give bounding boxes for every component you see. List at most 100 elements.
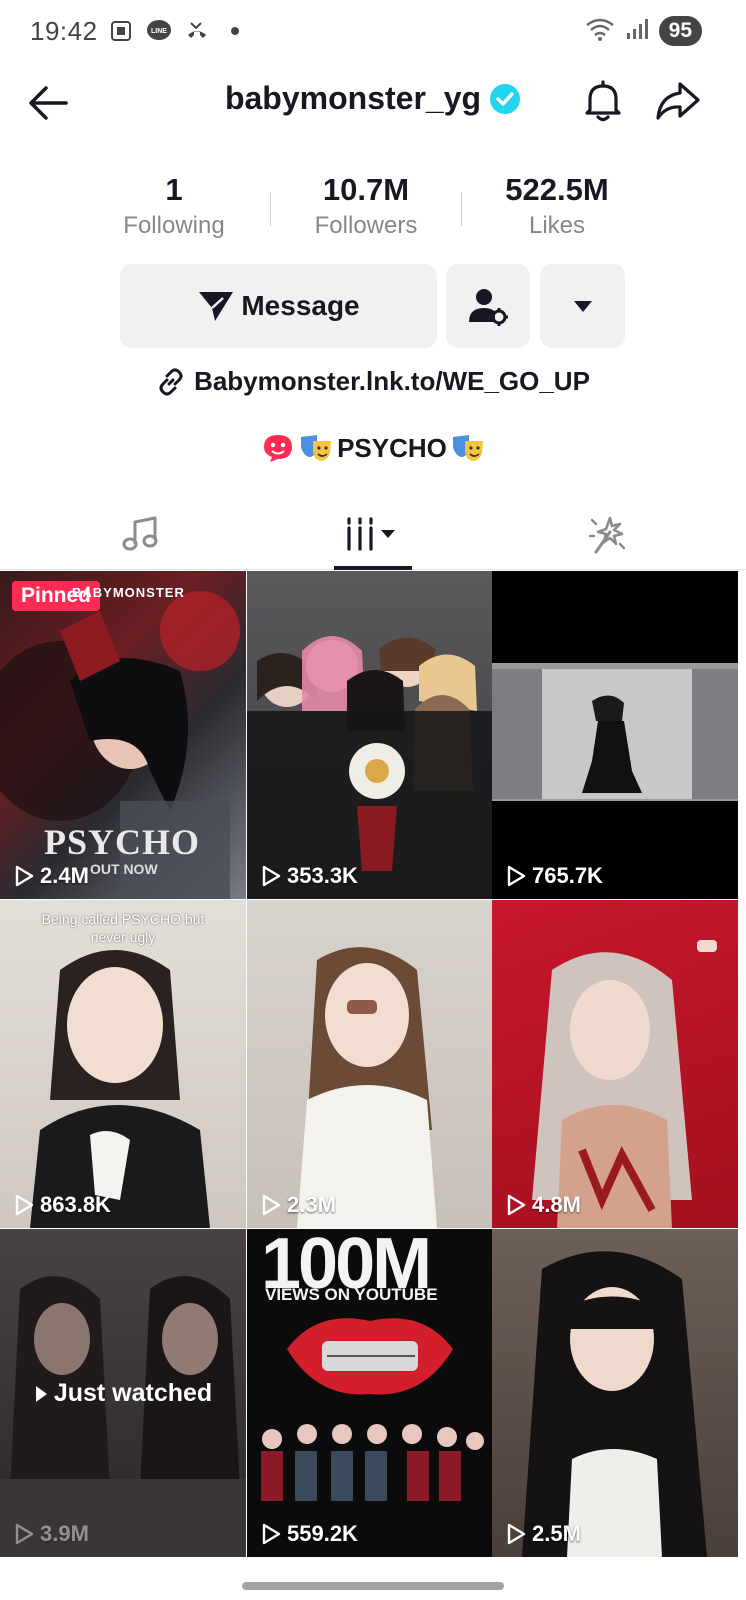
bio-link-text: Babymonster.lnk.to/WE_GO_UP [194,366,590,396]
view-count: 2.4M [14,863,89,889]
theater-masks-icon [301,435,332,461]
play-icon [15,1523,34,1545]
missed-call-icon [184,18,210,44]
active-tab-indicator [334,566,412,570]
view-count: 2.3M [261,1192,336,1218]
stat-likes: 522.5M Likes [467,172,647,240]
video-thumbnail-art [247,636,493,899]
wifi-icon [585,17,615,46]
profile-header: babymonster_yg [0,66,746,136]
tab-music[interactable] [16,498,264,570]
play-icon [262,865,281,887]
send-paper-plane-icon [199,292,234,321]
status-notification-icons: LINE [108,18,248,44]
video-thumbnail[interactable]: 100M VIEWS ON YOUTUBE 559.2K [247,1229,493,1557]
status-bar: 19:42 LINE 95 [0,0,746,64]
video-thumbnail-art [297,947,437,1228]
status-right: 95 [585,16,702,46]
profile-stats: 1 Following 10.7M Followers 522.5M Likes [0,172,746,242]
play-solid-icon [35,1385,47,1402]
speech-face-icon [264,435,293,462]
profile-actions: Message [0,264,746,348]
video-thumbnail[interactable]: Being called PSYCHO but never ugly 863.8… [0,900,246,1228]
view-count-text: 559.2K [287,1521,358,1546]
video-thumbnail[interactable]: Pinned BABYMONSTER PSYCHO OUT NOW 2.4M [0,571,246,899]
just-watched-label: Just watched [0,1379,246,1408]
bio-link[interactable]: Babymonster.lnk.to/WE_GO_UP [0,366,746,397]
music-note-icon [122,516,158,551]
video-thumbnail-art [30,950,210,1228]
play-icon [262,1194,281,1216]
status-time: 19:42 [30,16,98,46]
play-icon [507,865,526,887]
video-thumbnail-art [532,940,717,1228]
profile-tabs [0,498,746,570]
bio-text: PSYCHO [0,432,746,464]
more-dropdown-button[interactable] [540,264,625,348]
view-count: 863.8K [14,1192,111,1218]
view-count-text: 765.7K [532,863,603,888]
video-thumbnail-art [492,663,738,801]
play-icon [507,1523,526,1545]
line-app-icon: LINE [146,18,172,44]
videos-grid-icon [347,517,395,551]
tab-videos[interactable] [249,498,497,570]
dot-icon [222,18,248,44]
view-count-text: 2.5M [532,1521,581,1546]
play-icon [15,1194,34,1216]
home-indicator[interactable] [242,1582,504,1590]
view-count-text: 3.9M [40,1521,89,1546]
video-caption: PSYCHO [44,822,201,862]
view-count-text: 4.8M [532,1192,581,1217]
play-icon [262,1523,281,1545]
likes-count: 522.5M [505,172,609,207]
notification-bell-button[interactable] [580,78,626,124]
stat-divider [461,192,462,226]
video-caption: Being called PSYCHO but never ugly [41,911,205,945]
view-count-text: 863.8K [40,1192,111,1217]
caret-down-icon [573,301,592,312]
username: babymonster_yg [224,80,482,116]
svg-text:LINE: LINE [151,28,167,35]
play-icon [507,1194,526,1216]
video-thumbnail[interactable]: 353.3K [247,571,493,899]
video-thumbnail-art [522,1251,707,1557]
share-button[interactable] [654,78,702,124]
share-arrow-icon [656,82,700,120]
screenshot-icon [108,18,134,44]
view-count: 353.3K [261,863,358,889]
battery-indicator: 95 [658,16,702,46]
theater-masks-icon [452,435,483,461]
view-count: 559.2K [261,1521,358,1547]
play-icon [15,865,34,887]
view-count: 765.7K [506,863,603,889]
video-thumbnail[interactable]: 4.8M [492,900,738,1228]
view-count: 3.9M [14,1521,89,1547]
tab-reposts[interactable] [482,498,730,570]
following-label: Following [123,212,225,239]
video-thumbnail[interactable]: Just watched 3.9M [0,1229,246,1557]
stat-divider [270,192,271,226]
username-row: babymonster_yg [0,80,746,117]
video-thumbnail[interactable]: 2.5M [492,1229,738,1557]
video-subcaption: OUT NOW [90,861,158,877]
verified-badge-icon [490,83,521,114]
manage-friend-button[interactable] [446,264,530,348]
signal-icon [625,17,649,46]
likes-label: Likes [528,212,586,239]
video-thumbnail-art [261,1318,484,1501]
view-count-text: 353.3K [287,863,358,888]
message-button[interactable]: Message [120,264,437,348]
video-thumbnail[interactable]: 2.3M [247,900,493,1228]
sparkle-star-icon [588,516,626,554]
stat-followers[interactable]: 10.7M Followers [276,172,456,240]
view-count-text: 2.4M [40,863,89,888]
stat-following[interactable]: 1 Following [84,172,264,240]
video-thumbnail[interactable]: 765.7K [492,571,738,899]
following-count: 1 [165,172,183,207]
message-button-label: Message [241,290,360,321]
view-count: 2.5M [506,1521,581,1547]
bell-icon [585,80,621,122]
user-settings-icon [469,289,508,326]
view-count: 4.8M [506,1192,581,1218]
